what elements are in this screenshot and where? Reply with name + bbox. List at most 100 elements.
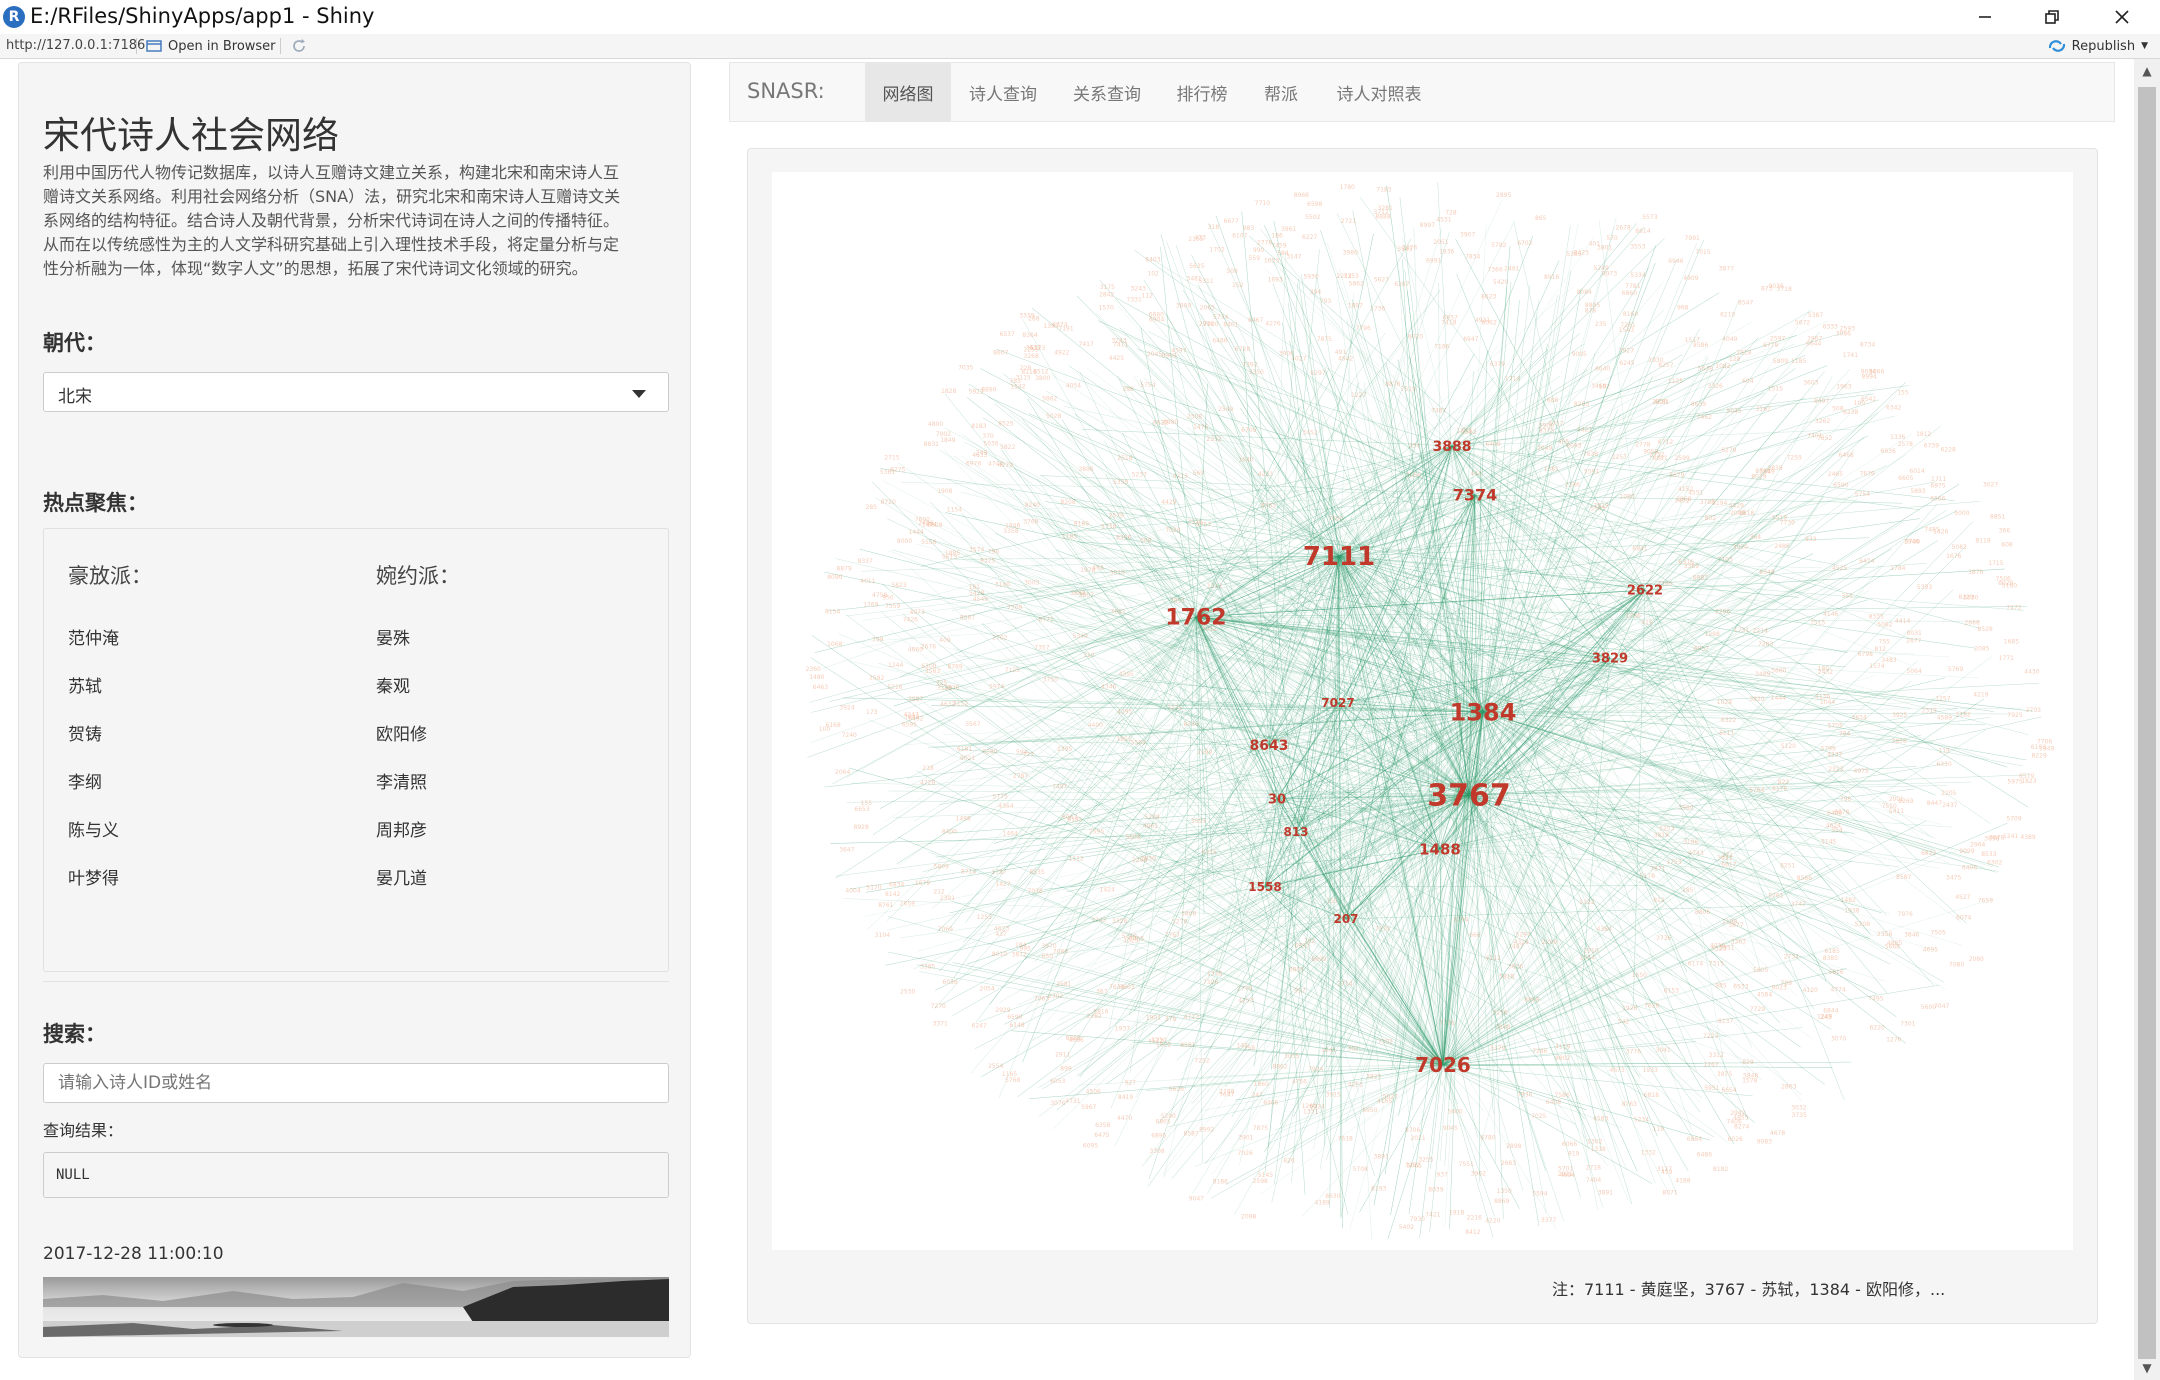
tab-relation-query[interactable]: 关系查询 xyxy=(1055,63,1159,121)
peripheral-node: 6168 xyxy=(826,722,841,729)
hub-node-label[interactable]: 2622 xyxy=(1627,584,1663,599)
peripheral-node: 7550 xyxy=(1882,803,1897,810)
peripheral-node: 4909 xyxy=(1683,275,1698,282)
peripheral-node: 6677 xyxy=(1224,218,1239,225)
poet-link[interactable]: 李清照 xyxy=(376,768,427,793)
peripheral-node: 4551 xyxy=(1688,489,1703,496)
hub-node-label[interactable]: 3829 xyxy=(1592,652,1628,667)
tab-ranking[interactable]: 排行榜 xyxy=(1159,63,1245,121)
refresh-icon[interactable] xyxy=(290,37,308,55)
peripheral-node: 8229 xyxy=(2032,752,2047,759)
peripheral-node: 3877 xyxy=(1719,266,1734,273)
tab-poet-lookup-table[interactable]: 诗人对照表 xyxy=(1317,63,1441,121)
poet-link[interactable]: 晏几道 xyxy=(376,864,427,889)
hub-node-label[interactable]: 3888 xyxy=(1433,439,1472,455)
dynasty-select[interactable]: 北宋 xyxy=(43,372,669,412)
peripheral-node: 8916 xyxy=(1544,274,1559,281)
peripheral-node: 3252 xyxy=(1405,1162,1420,1169)
peripheral-node: 7485 xyxy=(1924,527,1939,534)
peripheral-node: 899 xyxy=(1060,1066,1072,1073)
peripheral-node: 3583 xyxy=(925,668,940,675)
edge xyxy=(1581,657,1611,989)
peripheral-node: 5402 xyxy=(1399,1224,1414,1231)
network-graph[interactable]: 2703489468955823346858484014717589382757… xyxy=(772,172,2073,1250)
peripheral-node: 5170 xyxy=(866,885,881,892)
peripheral-node: 6095 xyxy=(1083,1142,1098,1149)
edge xyxy=(1195,616,1951,658)
poet-link[interactable]: 晏殊 xyxy=(376,624,410,649)
hub-node-label[interactable]: 3767 xyxy=(1427,779,1511,814)
republish-icon xyxy=(2048,40,2065,52)
hub-node-label[interactable]: 7374 xyxy=(1453,486,1498,505)
poet-link[interactable]: 贺铸 xyxy=(68,720,102,745)
hub-node-label[interactable]: 7026 xyxy=(1415,1053,1471,1077)
tab-factions[interactable]: 帮派 xyxy=(1245,63,1317,121)
peripheral-node: 3070 xyxy=(1831,1036,1846,1043)
hub-node-label[interactable]: 207 xyxy=(1333,912,1358,926)
poet-link[interactable]: 范仲淹 xyxy=(68,624,119,649)
peripheral-node: 7015 xyxy=(1695,249,1710,256)
peripheral-node: 6014 xyxy=(1909,468,1924,475)
peripheral-node: 8142 xyxy=(885,891,900,898)
peripheral-node: 8335 xyxy=(1869,613,1884,620)
peripheral-node: 235 xyxy=(1595,321,1607,328)
scroll-up-icon[interactable]: ▲ xyxy=(2134,59,2160,83)
close-button[interactable] xyxy=(2092,0,2152,34)
open-in-browser-button[interactable]: Open in Browser xyxy=(146,36,276,56)
hub-node-label[interactable]: 1762 xyxy=(1165,606,1226,631)
peripheral-node: 2080 xyxy=(1969,956,1984,963)
peripheral-node: 228 xyxy=(1020,365,1032,372)
hub-node-label[interactable]: 1384 xyxy=(1450,698,1517,726)
search-input[interactable] xyxy=(43,1063,669,1103)
peripheral-node: 7259 xyxy=(1787,455,1802,462)
scroll-thumb[interactable] xyxy=(2138,87,2156,1359)
peripheral-node: 2715 xyxy=(884,455,899,462)
edge xyxy=(1163,744,1270,1178)
peripheral-node: 1227 xyxy=(1351,392,1366,399)
tab-network-graph[interactable]: 网络图 xyxy=(865,63,951,121)
open-in-browser-label: Open in Browser xyxy=(168,38,276,54)
peripheral-node: 5893 xyxy=(1910,488,1925,495)
hub-node-label[interactable]: 7027 xyxy=(1321,696,1354,710)
tab-poet-query[interactable]: 诗人查询 xyxy=(951,63,1055,121)
peripheral-node: 3147 xyxy=(1286,254,1301,261)
peripheral-node: 1771 xyxy=(1999,655,2014,662)
peripheral-node: 3907 xyxy=(1460,232,1475,239)
peripheral-node: 7852 xyxy=(1817,435,1832,442)
poet-link[interactable]: 李纲 xyxy=(68,768,102,793)
peripheral-node: 2216 xyxy=(1467,1215,1482,1222)
restore-button[interactable] xyxy=(2022,0,2082,34)
poet-link[interactable]: 苏轼 xyxy=(68,672,102,697)
dropdown-caret-icon[interactable]: ▼ xyxy=(2141,41,2148,51)
peripheral-node: 7357 xyxy=(1034,645,1049,652)
edge xyxy=(1195,320,1828,618)
poet-link[interactable]: 陈与义 xyxy=(68,816,119,841)
main-navbar: SNASR: 网络图 诗人查询 关系查询 排行榜 帮派 诗人对照表 xyxy=(729,62,2115,122)
peripheral-node: 3961 xyxy=(1281,226,1296,233)
peripheral-node: 6228 xyxy=(1941,447,1956,454)
peripheral-node: 7706 xyxy=(2037,739,2052,746)
peripheral-node: 6640 xyxy=(1595,366,1610,373)
hub-node-label[interactable]: 1558 xyxy=(1248,880,1281,894)
hub-node-label[interactable]: 7111 xyxy=(1303,542,1375,572)
hub-node-label[interactable]: 8643 xyxy=(1250,738,1289,754)
poet-link[interactable]: 周邦彦 xyxy=(376,816,427,841)
minimize-button[interactable] xyxy=(1955,0,2015,34)
vertical-scrollbar[interactable]: ▲ ▼ xyxy=(2134,59,2160,1380)
peripheral-node: 5809 xyxy=(1773,358,1788,365)
republish-button[interactable]: Republish ▼ xyxy=(2048,36,2148,56)
hub-node-label[interactable]: 30 xyxy=(1268,793,1286,808)
peripheral-node: 3243 xyxy=(1131,286,1146,293)
hub-node-label[interactable]: 813 xyxy=(1283,825,1308,839)
poet-link[interactable]: 欧阳修 xyxy=(376,720,427,745)
scroll-down-icon[interactable]: ▼ xyxy=(2134,1356,2160,1380)
poet-link[interactable]: 秦观 xyxy=(376,672,410,697)
poet-link[interactable]: 叶梦得 xyxy=(68,864,119,889)
peripheral-node: 5754 xyxy=(1140,382,1155,389)
peripheral-node: 6463 xyxy=(813,684,828,691)
peripheral-node: 7991 xyxy=(1685,235,1700,242)
edge xyxy=(974,794,1470,1049)
hub-node-label[interactable]: 1488 xyxy=(1419,840,1461,858)
peripheral-node: 1963 xyxy=(1836,384,1851,391)
peripheral-node: 7252 xyxy=(1194,1058,1209,1065)
